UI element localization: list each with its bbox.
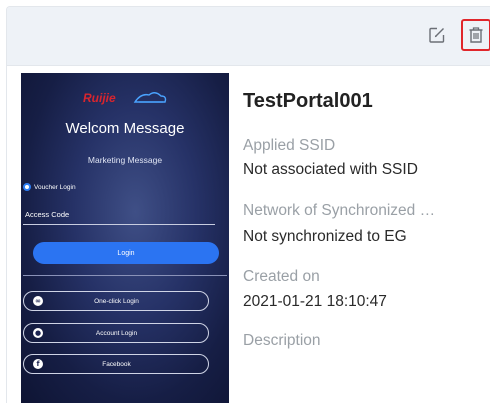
- preview-welcome-title: Welcom Message: [65, 120, 185, 137]
- edit-button[interactable]: [423, 21, 451, 49]
- facebook-icon: f: [33, 359, 43, 369]
- created-on-value: 2021-01-21 18:10:47: [243, 293, 387, 310]
- edit-square-icon: [429, 27, 445, 43]
- portal-preview: Ruijie Welcom Message Marketing Message …: [21, 73, 229, 403]
- card-header: [7, 7, 490, 66]
- preview-account-login: ● Account Login: [23, 323, 209, 343]
- preview-access-code-label: Access Code: [25, 210, 70, 219]
- preview-one-click-login: ∞ One-click Login: [23, 291, 209, 311]
- brand-logo: Ruijie: [83, 91, 167, 105]
- preview-option-label: Account Login: [95, 329, 138, 337]
- portal-name: TestPortal001: [243, 90, 373, 112]
- radio-icon: [23, 183, 31, 191]
- description-label: Description: [243, 332, 321, 349]
- applied-ssid-label: Applied SSID: [243, 137, 336, 154]
- delete-button[interactable]: [461, 19, 490, 51]
- preview-facebook-login: f Facebook: [23, 354, 209, 374]
- preview-option-label: One-click Login: [94, 297, 139, 305]
- preview-option-label: Facebook: [102, 360, 131, 368]
- created-on-label: Created on: [243, 268, 320, 285]
- preview-voucher-label: Voucher Login: [34, 183, 76, 191]
- preview-marketing-message: Marketing Message: [87, 155, 163, 165]
- network-synced-label: Network of Synchronized …: [243, 202, 436, 219]
- user-icon: ●: [33, 328, 43, 338]
- svg-text:Ruijie: Ruijie: [83, 91, 116, 105]
- preview-login-button: Login: [33, 242, 219, 264]
- preview-divider: [23, 275, 227, 276]
- preview-access-code-underline: [23, 224, 215, 225]
- link-icon: ∞: [33, 296, 43, 306]
- preview-voucher-option: Voucher Login: [23, 183, 76, 191]
- network-synced-value: Not synchronized to EG: [243, 228, 407, 245]
- applied-ssid-value: Not associated with SSID: [243, 161, 418, 178]
- trash-icon: [469, 27, 483, 43]
- portal-card: Ruijie Welcom Message Marketing Message …: [6, 6, 490, 403]
